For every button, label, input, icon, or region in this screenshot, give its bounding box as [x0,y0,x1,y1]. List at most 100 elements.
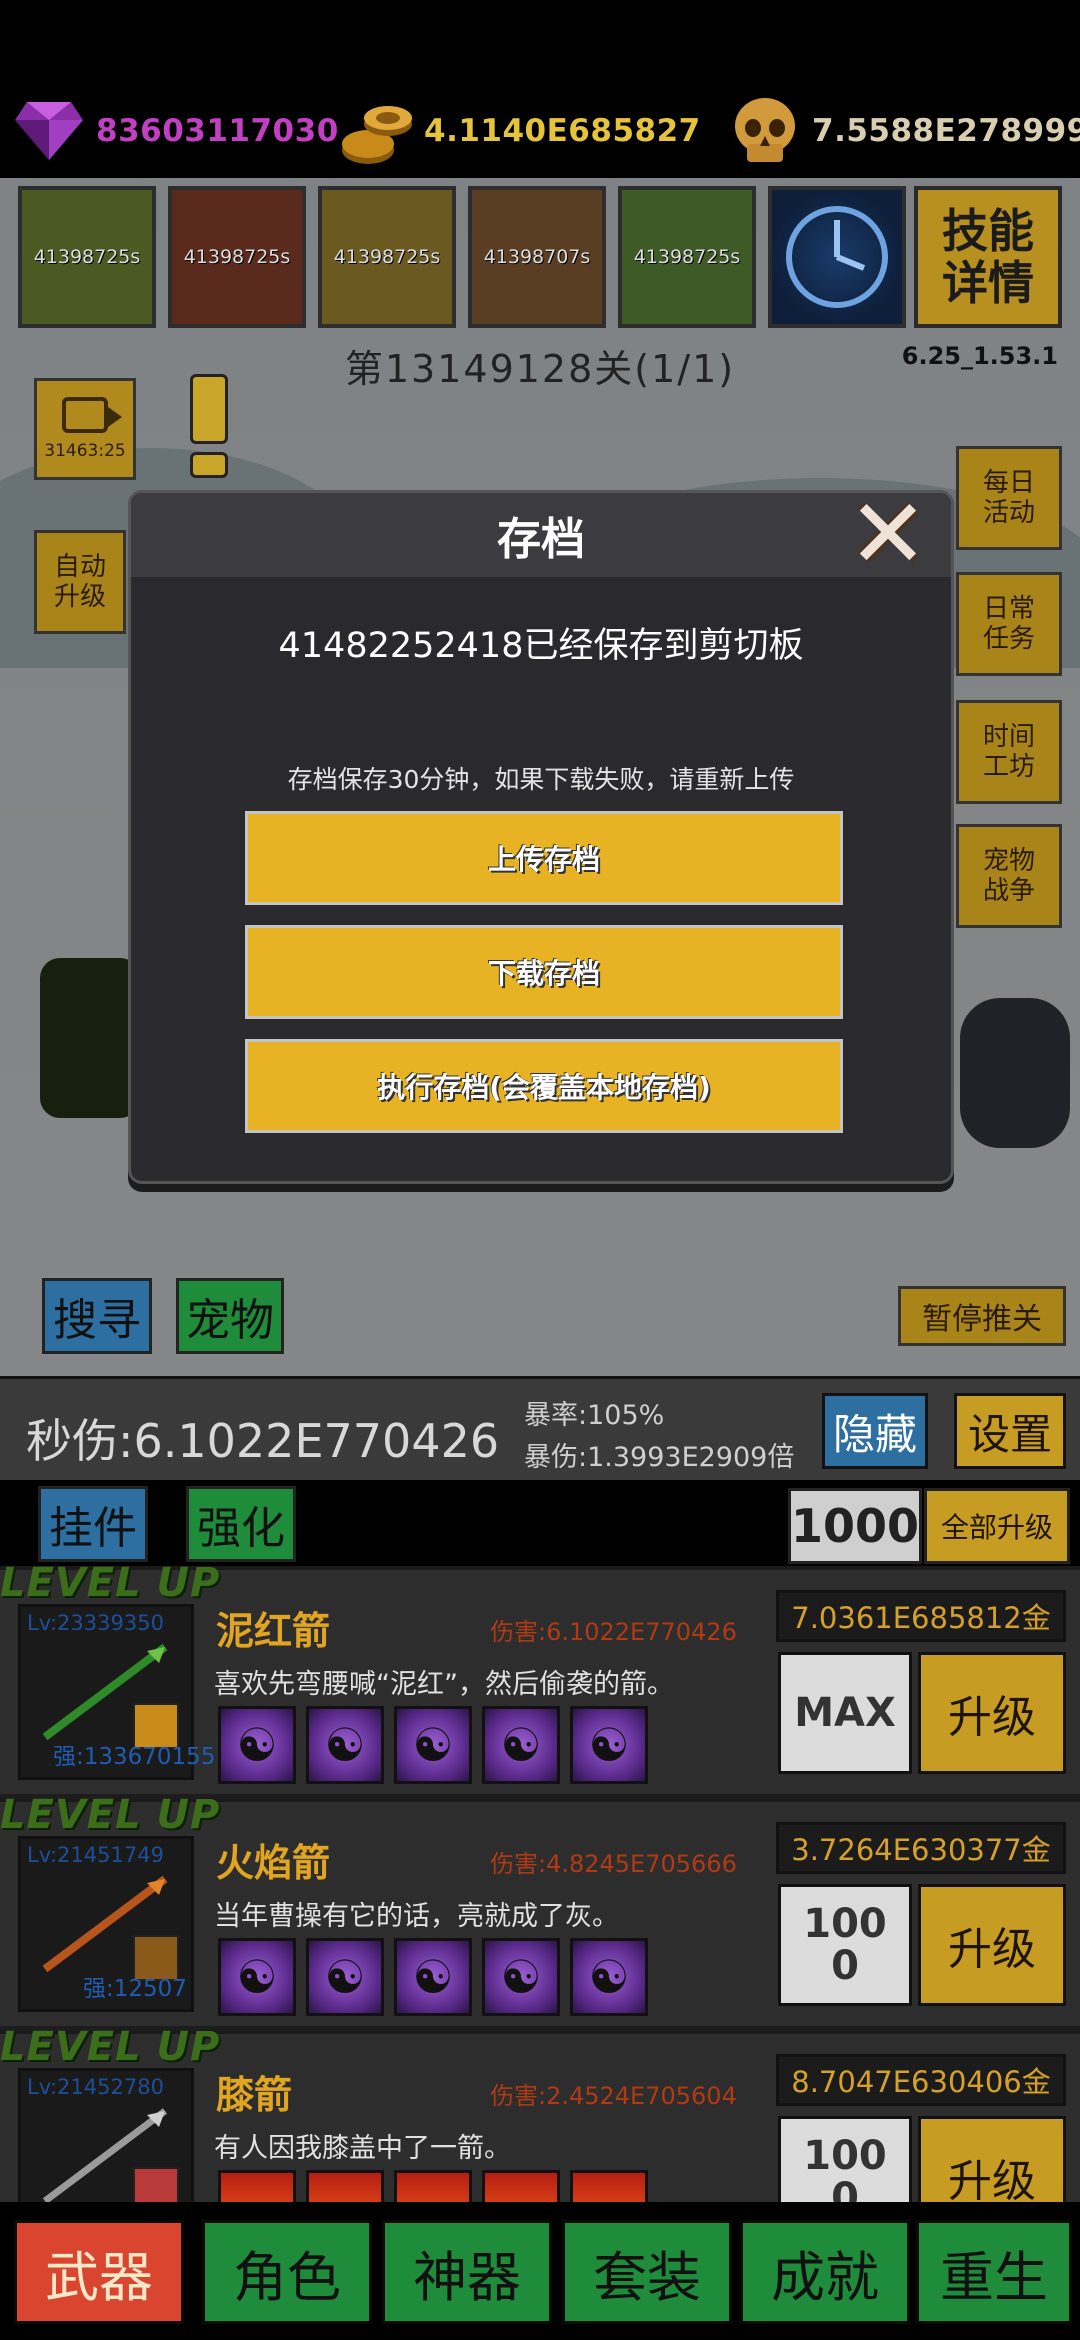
settings-button[interactable]: 设置 [954,1393,1066,1469]
clock-icon [786,206,888,308]
level-up-label: LEVEL UP [0,1566,221,1606]
bottom-nav: 武器 角色 神器 套装 成就 重生 [0,2202,1080,2340]
upgrade-all-button[interactable]: 全部升级 [924,1488,1070,1564]
upgrade-button[interactable]: 升级 [918,2116,1066,2202]
weapon-level: Lv:21451749 [27,1843,164,1867]
weapon-description: 当年曹操有它的话，亮就成了灰。 [214,1901,619,1932]
weapon-description: 喜欢先弯腰喊“泥红”，然后偷袭的箭。 [214,1669,674,1700]
flame-icon[interactable] [218,2170,296,2202]
tab-pendant[interactable]: 挂件 [38,1486,148,1562]
archer-sprite [40,958,140,1118]
skull-counter: 7.5588E278999 [726,92,1080,170]
gold-counter: 4.1140E685827 [338,92,701,170]
weapon-name: 膝箭 [216,2073,293,2117]
list-item: LEVEL UP Lv:21452780 膝箭 伤害:2.4524E705604… [0,2024,1080,2202]
yin-yang-icon[interactable]: ☯ [394,1938,472,2016]
weapon-damage: 伤害:6.1022E770426 [490,1618,737,1646]
daily-activity-button[interactable]: 每日活动 [956,446,1062,550]
skull-amount: 7.5588E278999 [812,113,1080,149]
upgrade-button[interactable]: 升级 [918,1884,1066,2006]
weapon-damage: 伤害:2.4524E705604 [490,2082,737,2110]
version-label: 6.25_1.53.1 [901,342,1058,370]
skill-bar: 41398725s 41398725s 41398725s 41398707s … [18,186,906,328]
nav-artifact[interactable]: 神器 [382,2220,552,2324]
flame-icon[interactable] [482,2170,560,2202]
yin-yang-icon[interactable]: ☯ [394,1706,472,1784]
gem-slots: ☯ ☯ ☯ ☯ ☯ [218,1706,648,1784]
upgrade-button[interactable]: 升级 [918,1652,1066,1774]
hide-button[interactable]: 隐藏 [822,1393,928,1469]
time-workshop-button[interactable]: 时间工坊 [956,700,1062,804]
crit-damage: 暴伤:1.3993E2909倍 [524,1442,795,1473]
upgrade-count-box: 100 0 [778,2116,912,2202]
flame-icon[interactable] [570,2170,648,2202]
weapon-icon-box[interactable]: Lv:21451749 强:12507 [18,1836,194,2012]
yin-yang-icon[interactable]: ☯ [218,1938,296,2016]
upload-save-button[interactable]: 上传存档 [245,811,843,905]
weapon-name: 火焰箭 [216,1841,331,1885]
skill-slot-3[interactable]: 41398725s [318,186,456,328]
save-dialog: 存档 ✕ 41482252418已经保存到剪切板 存档保存30分钟，如果下载失败… [128,486,954,1184]
yin-yang-icon[interactable]: ☯ [218,1706,296,1784]
pause-stage-button[interactable]: 暂停推关 [898,1286,1066,1346]
daily-task-button[interactable]: 日常任务 [956,572,1062,676]
weapon-level: Lv:23339350 [27,1611,164,1635]
crit-rate: 暴率:105% [524,1400,665,1431]
max-level-badge: MAX [778,1652,912,1774]
yin-yang-icon[interactable]: ☯ [570,1938,648,2016]
weapon-strength: 强:133670155 [53,1744,216,1770]
clock-skill-slot[interactable] [768,186,906,328]
list-item: LEVEL UP Lv:23339350 强:133670155 泥红箭 伤害:… [0,1566,1080,1794]
weapon-icon-box[interactable]: Lv:23339350 强:133670155 [18,1604,215,1780]
pet-button[interactable]: 宠物 [176,1278,284,1354]
upgrade-price: 7.0361E685812金 [776,1590,1066,1642]
skill-slot-1[interactable]: 41398725s [18,186,156,328]
upgrade-quantity[interactable]: 1000 [788,1488,922,1564]
gold-amount: 4.1140E685827 [424,113,701,149]
search-button[interactable]: 搜寻 [42,1278,152,1354]
pet-war-button[interactable]: 宠物战争 [956,824,1062,928]
tab-enhance[interactable]: 强化 [186,1486,296,1562]
level-up-label: LEVEL UP [0,1792,221,1838]
gem-slots [218,2170,648,2202]
level-up-label: LEVEL UP [0,2024,221,2070]
gem-counter: 83603117030 [10,92,339,170]
yin-yang-icon[interactable]: ☯ [570,1706,648,1784]
gem-icon [10,92,88,170]
nav-character[interactable]: 角色 [202,2220,372,2324]
dps-value: 秒伤:6.1022E770426 [26,1414,500,1468]
yin-yang-icon[interactable]: ☯ [482,1938,560,2016]
flame-icon[interactable] [394,2170,472,2202]
upgrade-price: 8.7047E630406金 [776,2054,1066,2106]
yin-yang-icon[interactable]: ☯ [482,1706,560,1784]
weapon-icon-box[interactable]: Lv:21452780 [18,2068,194,2202]
weapon-list: LEVEL UP Lv:23339350 强:133670155 泥红箭 伤害:… [0,1566,1080,2202]
nav-weapons[interactable]: 武器 [14,2220,184,2324]
skill-slot-2[interactable]: 41398725s [168,186,306,328]
yin-yang-icon[interactable]: ☯ [306,1706,384,1784]
video-timer: 31463:25 [44,441,126,461]
video-reward-button[interactable]: 31463:25 [34,378,136,480]
skill-detail-button[interactable]: 技能详情 [914,186,1062,328]
nav-set[interactable]: 套装 [562,2220,732,2324]
weapon-gem-icon [133,2167,179,2202]
sub-tab-bar: 挂件 强化 1000 全部升级 [0,1480,1080,1566]
skill-slot-4[interactable]: 41398707s [468,186,606,328]
skill-slot-5[interactable]: 41398725s [618,186,756,328]
close-icon[interactable]: ✕ [847,486,929,582]
yin-yang-icon[interactable]: ☯ [306,1938,384,2016]
flame-icon[interactable] [306,2170,384,2202]
nav-rebirth[interactable]: 重生 [916,2220,1072,2324]
save-code-message: 41482252418已经保存到剪切板 [278,626,804,666]
exclamation-icon[interactable] [186,374,232,482]
weapon-strength: 强:12507 [83,1976,187,2002]
dialog-title: 存档 [131,493,951,577]
auto-upgrade-button[interactable]: 自动升级 [34,530,126,634]
nav-achievement[interactable]: 成就 [740,2220,910,2324]
list-item: LEVEL UP Lv:21451749 强:12507 火焰箭 伤害:4.82… [0,1792,1080,2026]
weapon-description: 有人因我膝盖中了一箭。 [214,2133,511,2164]
execute-save-button[interactable]: 执行存档(会覆盖本地存档) [245,1039,843,1133]
download-save-button[interactable]: 下载存档 [245,925,843,1019]
enemy-sprite [960,998,1070,1148]
weapon-level: Lv:21452780 [27,2075,164,2099]
